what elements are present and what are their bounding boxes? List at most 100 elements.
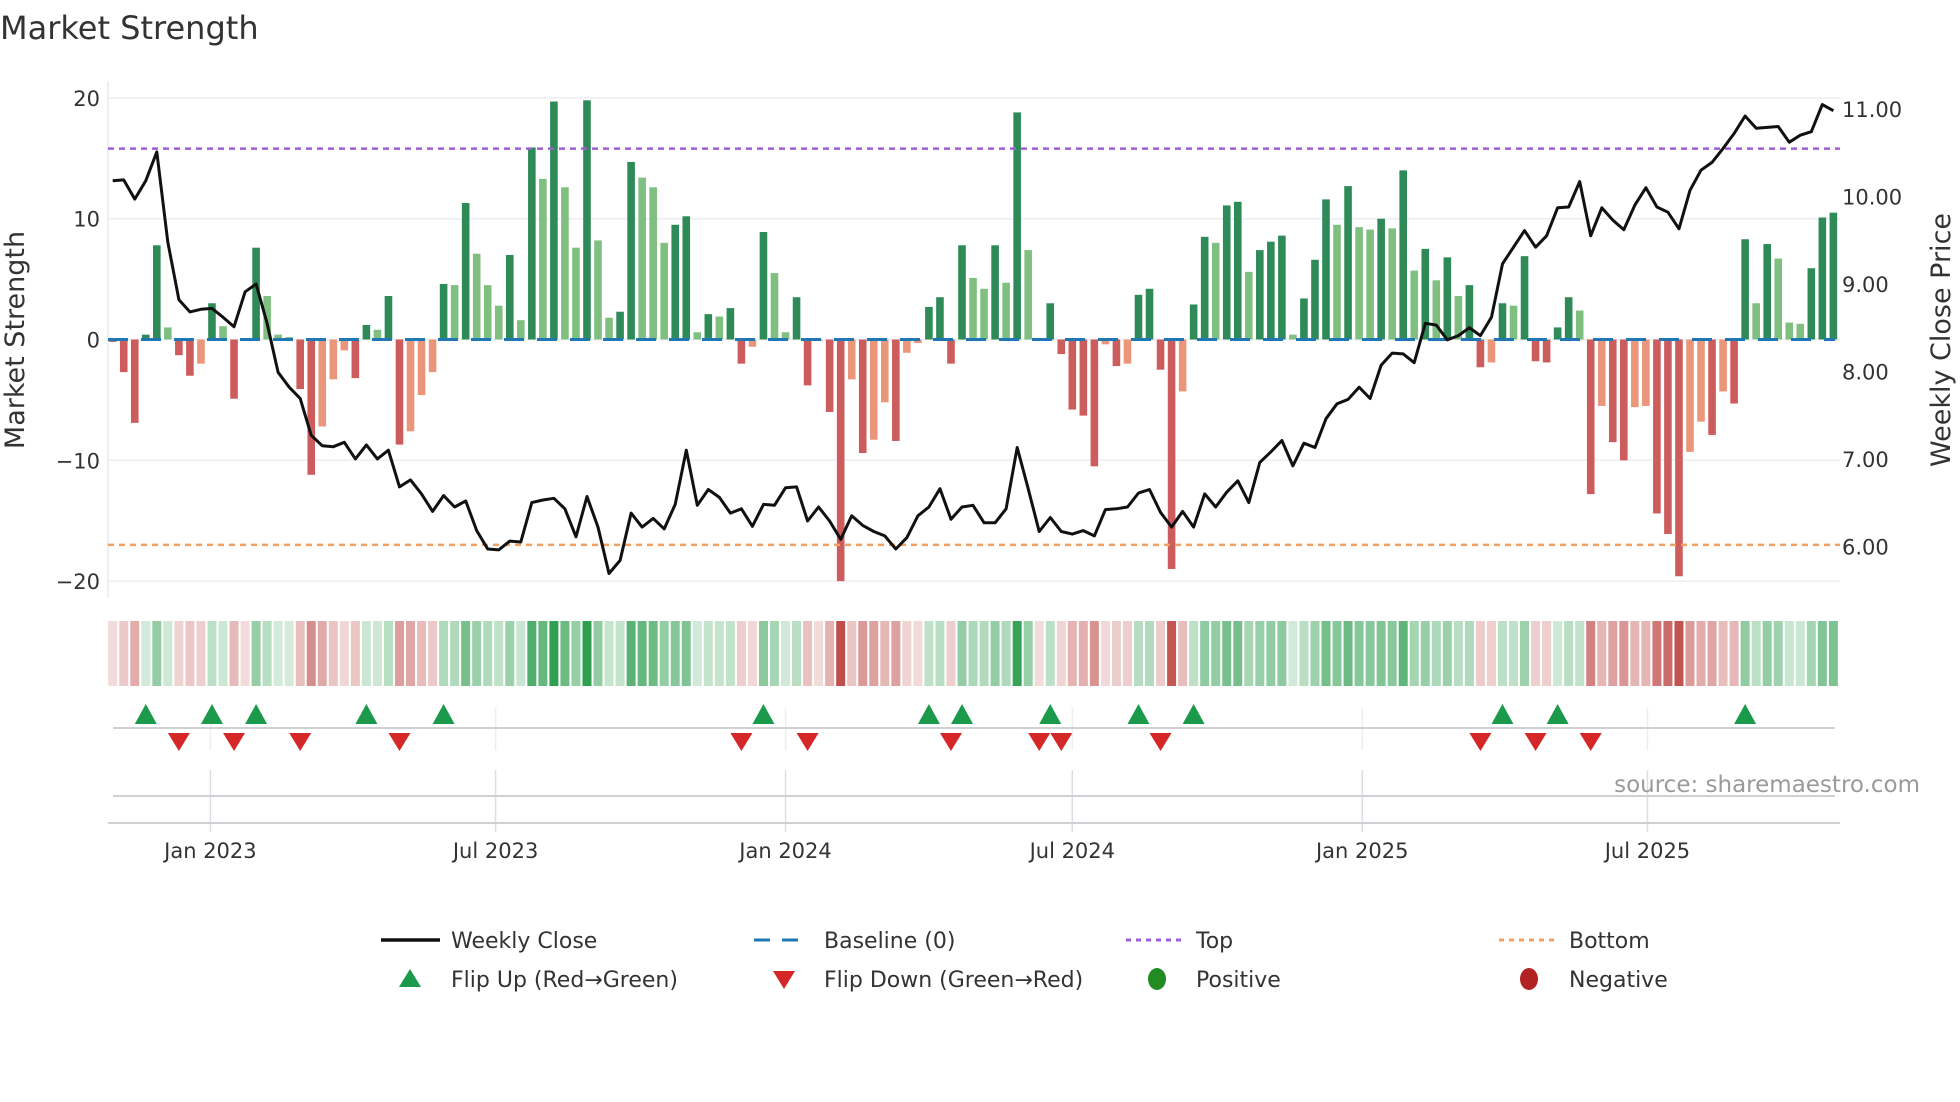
strength-bar — [1697, 339, 1705, 422]
heatmap-strip — [108, 621, 1838, 686]
strength-bar — [1531, 339, 1540, 362]
flip-down-marker — [796, 733, 819, 751]
strength-bar — [1542, 339, 1551, 363]
heatmap-cell — [483, 621, 493, 686]
heatmap-cell — [240, 621, 250, 686]
heatmap-cell — [1431, 621, 1441, 686]
heatmap-cell — [1762, 621, 1772, 686]
heatmap-cell — [604, 621, 614, 686]
strength-bar — [1509, 305, 1518, 340]
heatmap-cell — [1464, 621, 1474, 686]
heatmap-cell — [891, 621, 901, 686]
strength-bar — [1586, 339, 1595, 495]
heatmap-cell — [1542, 621, 1552, 686]
strength-bar — [1289, 334, 1297, 340]
strength-bar — [671, 224, 680, 340]
heatmap-cell — [1310, 621, 1320, 686]
legend-item-bottom: Bottom — [1499, 929, 1650, 954]
strength-bar — [1244, 271, 1253, 340]
heatmap-cell — [803, 621, 813, 686]
flip-up-marker — [432, 704, 455, 724]
heatmap-cell — [196, 621, 206, 686]
strength-bar — [1134, 294, 1143, 340]
heatmap-cell — [1795, 621, 1805, 686]
strength-bar — [1123, 339, 1132, 364]
heatmap-cell — [1067, 621, 1077, 686]
heatmap-cell — [494, 621, 504, 686]
strength-bar — [1410, 270, 1419, 340]
heatmap-cell — [472, 621, 482, 686]
strength-bar — [869, 339, 878, 440]
heatmap-cell — [1122, 621, 1132, 686]
heatmap-cell — [1817, 621, 1827, 686]
heatmap-cell — [317, 621, 327, 686]
heatmap-cell — [957, 621, 967, 686]
heatmap-cell — [1244, 621, 1254, 686]
heatmap-cell — [152, 621, 162, 686]
strength-bar — [219, 326, 227, 340]
y-tick-label: 0 — [87, 329, 100, 353]
heatmap-cell — [461, 621, 471, 686]
heatmap-cell — [637, 621, 647, 686]
legend-label: Bottom — [1569, 929, 1650, 954]
heatmap-cell — [1608, 621, 1618, 686]
y2-tick-label: 7.00 — [1842, 448, 1889, 472]
strength-bar — [1818, 217, 1827, 340]
heatmap-cell — [703, 621, 713, 686]
strength-bar — [130, 339, 139, 423]
heatmap-cell — [383, 621, 393, 686]
heatmap-cell — [626, 621, 636, 686]
heatmap-cell — [361, 621, 371, 686]
strength-bar — [1002, 282, 1010, 340]
heatmap-cell — [262, 621, 272, 686]
strength-bar — [1520, 256, 1529, 340]
legend-item-top: Top — [1126, 929, 1233, 954]
strength-bar — [1057, 339, 1066, 354]
strength-bar — [704, 314, 713, 340]
heatmap-cell — [251, 621, 261, 686]
flip-up-marker — [752, 704, 775, 724]
heatmap-cell — [1751, 621, 1761, 686]
flip-up-marker — [134, 704, 157, 724]
heatmap-cell — [1729, 621, 1739, 686]
heatmap-cell — [505, 621, 515, 686]
heatmap-cell — [1111, 621, 1121, 686]
strength-bar — [947, 339, 955, 364]
legend-label: Flip Up (Red→Green) — [451, 968, 678, 993]
heatmap-cell — [284, 621, 294, 686]
heatmap-cell — [770, 621, 779, 686]
heatmap-cell — [1233, 621, 1243, 686]
strength-bar — [1719, 339, 1727, 392]
strength-bar — [230, 339, 238, 399]
flip-down-marker — [730, 733, 753, 751]
heatmap-cell — [1387, 621, 1397, 686]
heatmap-cell — [174, 621, 184, 686]
heatmap-cell — [1376, 621, 1386, 686]
heatmap-cell — [295, 621, 305, 686]
strength-bar — [1233, 201, 1242, 340]
heatmap-cell — [1707, 621, 1717, 686]
legend-label: Top — [1195, 929, 1233, 954]
strength-bar — [1553, 327, 1562, 340]
strength-bar — [550, 101, 558, 340]
heatmap-cell — [527, 621, 537, 686]
heatmap-cell — [1806, 621, 1816, 686]
flip-down-marker — [1028, 733, 1051, 751]
heatmap-cell — [725, 621, 735, 686]
heatmap-cell — [1156, 621, 1166, 686]
y-axis-title: Market Strength — [0, 231, 31, 449]
heatmap-cell — [450, 621, 460, 686]
heatmap-cell — [417, 621, 427, 686]
strength-bar — [958, 245, 966, 340]
heatmap-cell — [1056, 621, 1066, 686]
triangle-up-icon — [399, 969, 421, 987]
legend-label: Flip Down (Green→Red) — [824, 968, 1083, 993]
heatmap-cell — [913, 621, 923, 686]
strength-bar — [119, 339, 128, 373]
heatmap-cell — [979, 621, 989, 686]
heatmap-cell — [593, 621, 603, 686]
strength-bar — [1829, 212, 1838, 340]
heatmap-cell — [1553, 621, 1563, 686]
flip-up-marker — [1734, 704, 1757, 724]
heatmap-cell — [1277, 621, 1287, 686]
